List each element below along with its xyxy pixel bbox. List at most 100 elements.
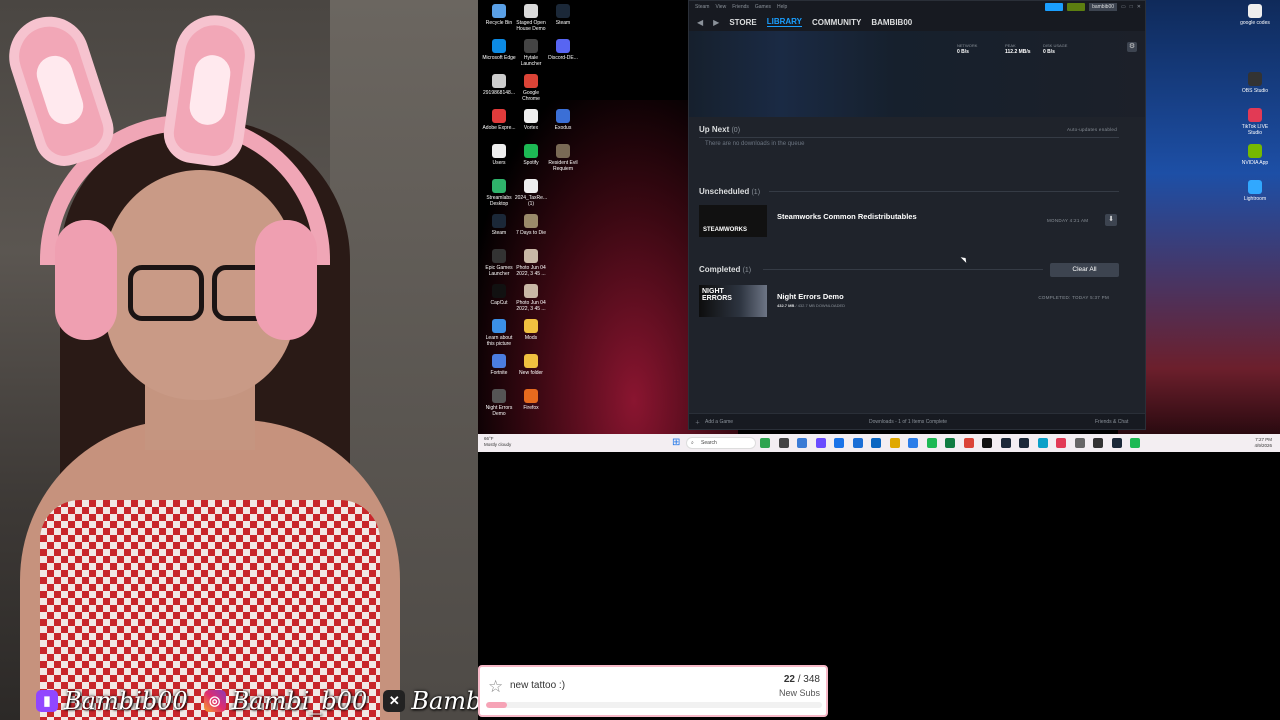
weather-temp: 66°F [484, 436, 494, 441]
desktop-icon[interactable]: CapCut [482, 284, 516, 306]
account-menu[interactable]: bambib00 [1089, 3, 1118, 11]
desktop-icon[interactable]: Recycle Bin [482, 4, 516, 26]
minimize-icon[interactable]: ▭ [1121, 4, 1126, 10]
desktop-icon[interactable]: Discord-DE... [546, 39, 580, 61]
taskbar-app-icon[interactable] [1037, 438, 1048, 448]
desktop-icon-label: google codes [1240, 20, 1270, 26]
taskbar-app-icon[interactable] [834, 438, 844, 448]
desktop-icon-label: CapCut [490, 300, 508, 306]
desktop-icon[interactable]: OBS Studio [1238, 72, 1272, 94]
desktop-icon[interactable]: Lightroom [1238, 180, 1272, 202]
desktop-icon[interactable]: NVIDIA App [1238, 144, 1272, 166]
taskbar-app-icon[interactable] [760, 438, 770, 448]
nav-library[interactable]: LIBRARY [766, 17, 802, 27]
desktop-icon[interactable]: Google Chrome [514, 74, 548, 102]
nav-user[interactable]: BAMBIB00 [871, 18, 912, 27]
night-errors-thumbnail[interactable]: NIGHT ERRORS [699, 285, 767, 317]
steam-menu-help[interactable]: Help [777, 4, 787, 10]
steam-menu-steam[interactable]: Steam [695, 4, 709, 10]
taskbar-app-icon[interactable] [982, 438, 992, 448]
taskbar-app-icon[interactable] [871, 438, 881, 448]
desktop-icon-label: Adobe Expre... [482, 125, 516, 131]
desktop-icon[interactable]: Fortnite [482, 354, 516, 376]
close-icon[interactable]: ✕ [1137, 4, 1141, 10]
windows-start-icon[interactable]: ⊞ [672, 438, 682, 448]
taskbar-app-icon[interactable] [1000, 438, 1011, 448]
divider [699, 137, 1119, 138]
add-game-icon[interactable]: ＋ [695, 419, 700, 426]
desktop-icon[interactable]: Steam [482, 214, 516, 236]
broadcast-button[interactable] [1045, 3, 1064, 11]
steam-menu-friends[interactable]: Friends [732, 4, 749, 10]
taskbar-app-icon[interactable] [945, 438, 955, 448]
app-icon [492, 354, 506, 368]
taskbar-app-icon[interactable] [908, 438, 918, 448]
desktop-icon[interactable]: Mods [514, 319, 548, 341]
desktop-icon[interactable]: 2919868148... [482, 74, 516, 96]
taskbar-search[interactable]: ⌕ Search [686, 437, 756, 449]
clear-all-button[interactable]: Clear All [1050, 263, 1119, 277]
completed-count: (1) [742, 267, 752, 274]
add-game-button[interactable]: Add a Game [705, 419, 733, 425]
desktop-icon[interactable]: Steam [546, 4, 580, 26]
desktop-icon-label: Exodus [554, 125, 572, 131]
steamworks-title[interactable]: Steamworks Common Redistributables [777, 212, 917, 221]
desktop-icon[interactable]: 7 Days to Die [514, 214, 548, 236]
desktop-icon-label: NVIDIA App [1241, 160, 1269, 166]
taskbar-app-icon[interactable] [1093, 438, 1103, 448]
system-tray[interactable]: 7:27 PM 4/9/2026 [1254, 437, 1272, 449]
unscheduled-title: Unscheduled [699, 187, 750, 196]
taskbar-app-icon[interactable] [926, 438, 937, 448]
desktop-icon[interactable]: Hytale Launcher [514, 39, 548, 67]
desktop-icon[interactable]: Learn about this picture [482, 319, 516, 347]
desktop-icon[interactable]: Staged Open House Demo [514, 4, 548, 32]
weather-widget[interactable]: 66°F Mostly cloudy [484, 436, 511, 448]
nav-store[interactable]: STORE [729, 18, 756, 27]
settings-gear-icon[interactable]: ⚙ [1127, 42, 1137, 52]
desktop-icon[interactable]: Firefox [514, 389, 548, 411]
back-arrow-icon[interactable]: ◀ [697, 18, 703, 27]
desktop-icon[interactable]: Adobe Expre... [482, 109, 516, 131]
taskbar-app-icon[interactable] [1019, 438, 1029, 448]
taskbar-app-icon[interactable] [815, 438, 826, 448]
download-icon[interactable]: ⬇ [1105, 214, 1117, 226]
forward-arrow-icon[interactable]: ▶ [713, 18, 719, 27]
steam-menu-games[interactable]: Games [755, 4, 771, 10]
taskbar-app-icon[interactable] [778, 438, 789, 448]
taskbar-app-icon[interactable] [963, 438, 974, 448]
taskbar-app-icon[interactable] [797, 438, 807, 448]
desktop-icon[interactable]: google codes [1238, 4, 1272, 26]
taskbar-app-icon[interactable] [1074, 438, 1085, 448]
desktop-icon[interactable]: Resident Evil Requiem [546, 144, 580, 172]
desktop-icon[interactable]: Exodus [546, 109, 580, 131]
notification-button[interactable] [1067, 3, 1086, 11]
desktop-icon[interactable]: Spotify [514, 144, 548, 166]
desktop-icon[interactable]: Epic Games Launcher [482, 249, 516, 277]
desktop-icon[interactable]: Vortex [514, 109, 548, 131]
taskbar-app-icon[interactable] [1111, 438, 1122, 448]
night-errors-title[interactable]: Night Errors Demo [777, 292, 844, 301]
friends-chat-button[interactable]: Friends & Chat [1095, 419, 1128, 425]
desktop-icon[interactable]: Photo Jun 04 2022, 3 45 ... [514, 284, 548, 312]
downloads-status[interactable]: Downloads - 1 of 1 Items Complete [869, 419, 947, 425]
desktop-icon[interactable]: Photo Jun 04 2022, 3 45 ... [514, 249, 548, 277]
app-icon [492, 39, 506, 53]
desktop-icon[interactable]: Streamlabs Desktop [482, 179, 516, 207]
taskbar-app-icon[interactable] [852, 438, 863, 448]
nav-community[interactable]: COMMUNITY [812, 18, 861, 27]
unscheduled-heading: Unscheduled (1) [699, 187, 760, 196]
steam-menu-view[interactable]: View [715, 4, 726, 10]
taskbar-app-icon[interactable] [889, 438, 900, 448]
desktop-icon[interactable]: TikTok LIVE Studio [1238, 108, 1272, 136]
desktop-icon[interactable]: Microsoft Edge [482, 39, 516, 61]
disk-value: 0 B/s [1043, 49, 1055, 55]
taskbar-app-icon[interactable] [1056, 438, 1066, 448]
desktop-icon[interactable]: Night Errors Demo [482, 389, 516, 417]
desktop-icon[interactable]: Users [482, 144, 516, 166]
maximize-icon[interactable]: □ [1130, 4, 1133, 10]
app-icon [556, 39, 570, 53]
taskbar-app-icon[interactable] [1130, 438, 1140, 448]
desktop-icon[interactable]: 2024_TaxRe... (1) [514, 179, 548, 207]
desktop-icon[interactable]: New folder [514, 354, 548, 376]
steamworks-thumbnail[interactable]: STEAMWORKS [699, 205, 767, 237]
